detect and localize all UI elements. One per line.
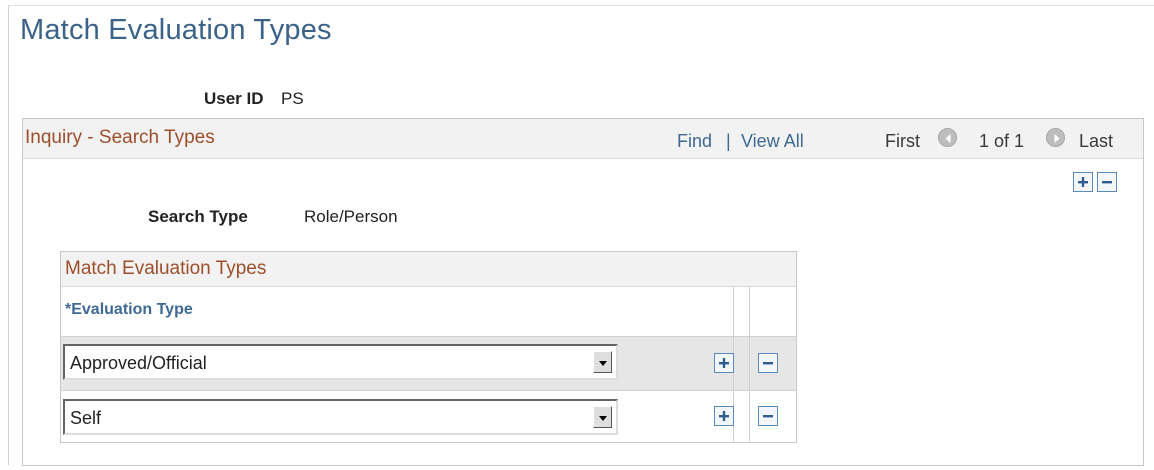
grid-title: Match Evaluation Types	[65, 258, 267, 279]
column-divider	[749, 286, 750, 443]
search-type-value: Role/Person	[304, 207, 398, 226]
delete-row-minus-icon[interactable]	[1097, 172, 1117, 192]
top-border	[8, 5, 1154, 6]
find-link[interactable]: Find	[677, 131, 712, 152]
search-type-label: Search Type	[148, 207, 248, 226]
add-row-plus-icon[interactable]	[714, 406, 734, 426]
first-label: First	[885, 131, 920, 151]
delete-row-minus-icon[interactable]	[758, 406, 778, 426]
previous-arrow-icon[interactable]	[938, 128, 957, 147]
view-all-link[interactable]: View All	[741, 131, 804, 152]
row-divider	[61, 390, 796, 391]
evaluation-type-select[interactable]: Approved/Official	[63, 344, 618, 380]
column-header-evaluation-type: *Evaluation Type	[65, 301, 193, 318]
add-row-plus-icon[interactable]	[714, 353, 734, 373]
add-row-plus-icon[interactable]	[1073, 172, 1093, 192]
page-title: Match Evaluation Types	[20, 14, 332, 46]
header-divider	[61, 336, 796, 337]
evaluation-type-value: Approved/Official	[70, 353, 207, 373]
delete-row-minus-icon[interactable]	[758, 353, 778, 373]
left-border	[8, 5, 9, 465]
user-id-label: User ID	[204, 89, 264, 108]
user-id-value: PS	[281, 89, 304, 108]
evaluation-type-select[interactable]: Self	[63, 399, 618, 435]
evaluation-type-value: Self	[70, 408, 102, 428]
row-counter: 1 of 1	[979, 131, 1025, 151]
scroll-area-title: Inquiry - Search Types	[25, 127, 215, 148]
last-label: Last	[1079, 131, 1114, 151]
next-arrow-icon[interactable]	[1046, 128, 1065, 147]
chevron-down-icon[interactable]	[593, 351, 612, 373]
nav-separator: |	[726, 131, 731, 151]
chevron-down-icon[interactable]	[593, 406, 612, 428]
